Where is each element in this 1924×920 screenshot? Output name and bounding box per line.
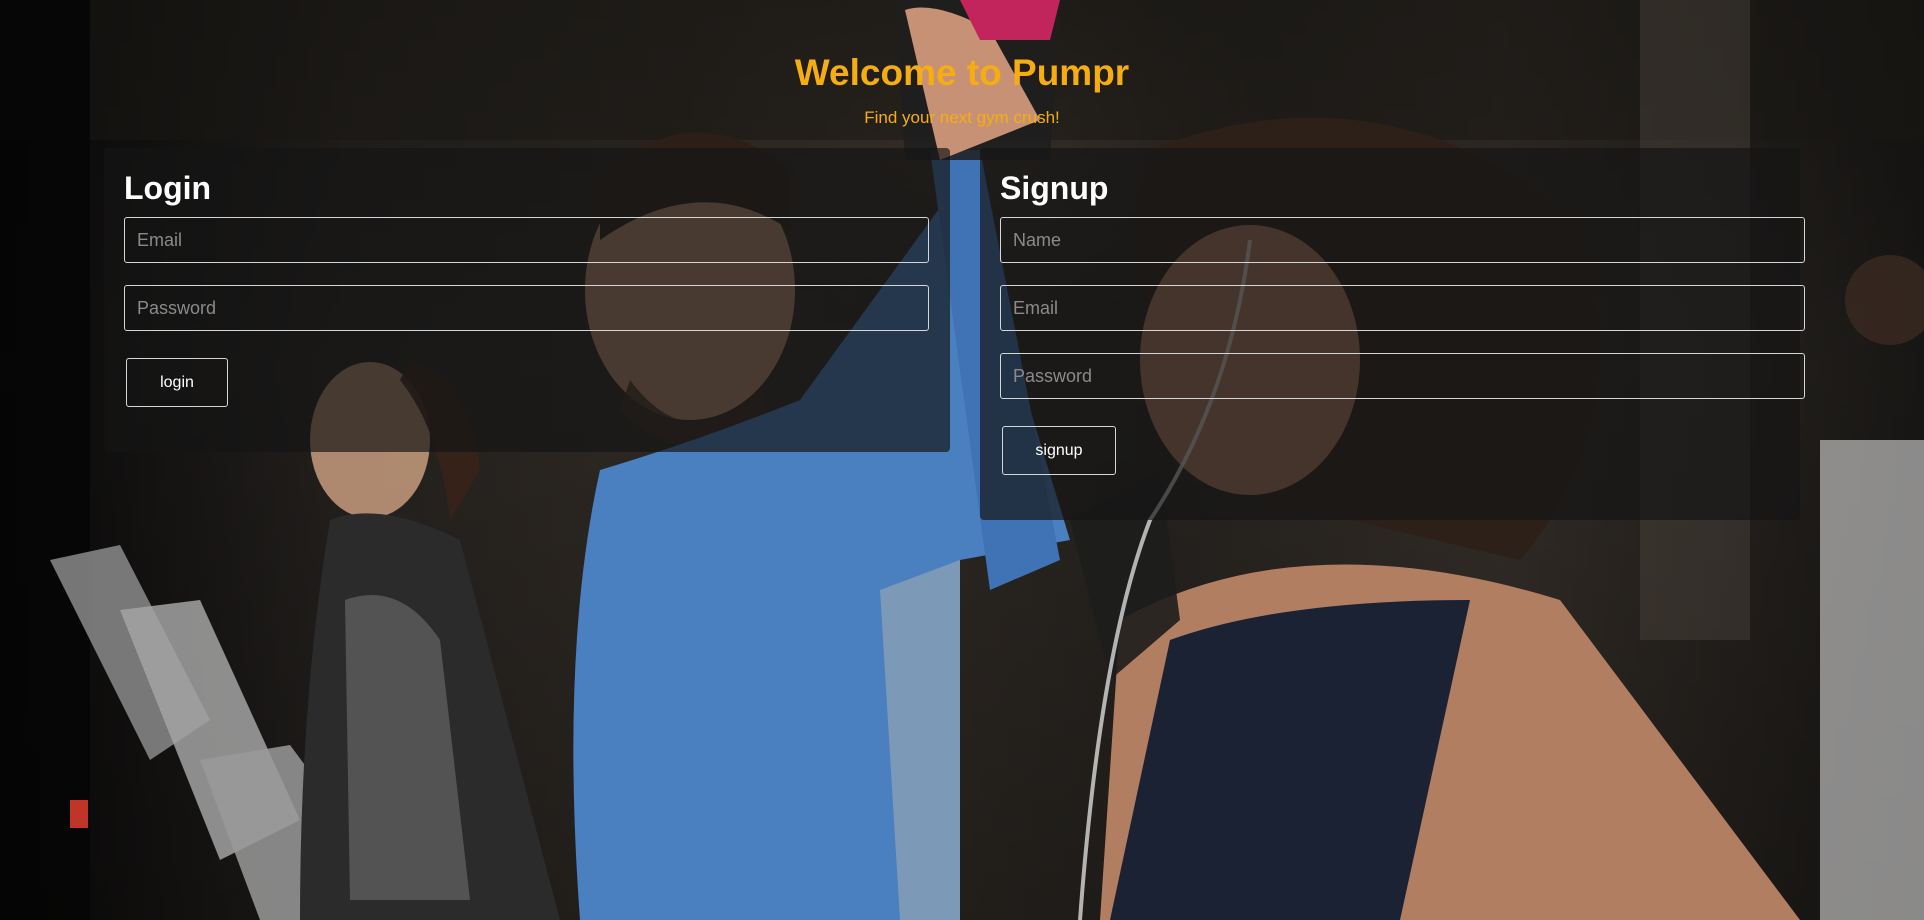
login-heading: Login — [124, 170, 212, 206]
login-password-input[interactable] — [124, 285, 929, 331]
landing-page: Welcome to Pumpr Find your next gym crus… — [0, 0, 1924, 920]
signup-email-input[interactable] — [1000, 285, 1805, 331]
signup-panel: Signup signup — [980, 148, 1805, 520]
signup-password-input[interactable] — [1000, 353, 1805, 399]
page-subtitle: Find your next gym crush! — [864, 108, 1060, 127]
signup-button[interactable]: signup — [1002, 426, 1116, 475]
login-panel: Login login — [104, 148, 950, 452]
signup-name-input[interactable] — [1000, 217, 1805, 263]
page-title: Welcome to Pumpr — [794, 52, 1130, 93]
login-email-input[interactable] — [124, 217, 929, 263]
signup-heading: Signup — [1000, 170, 1109, 206]
login-button[interactable]: login — [126, 358, 228, 407]
